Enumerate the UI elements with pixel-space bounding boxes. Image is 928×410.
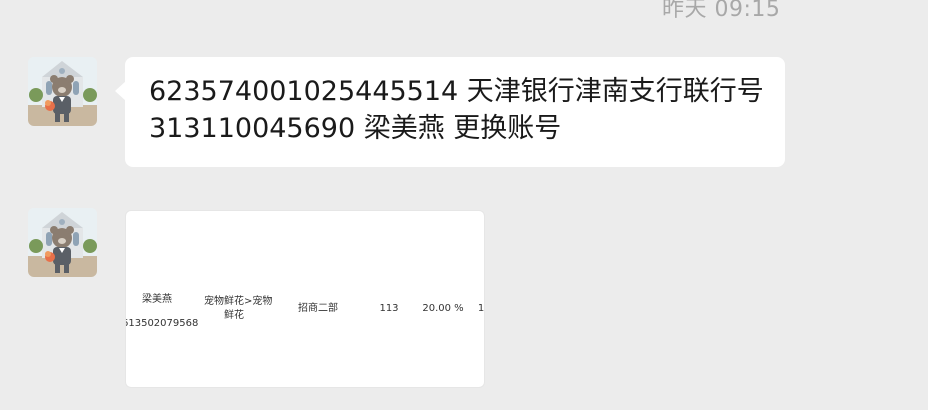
message-bubble[interactable]: 6235740010254455​14 天津银行津南支行联行号 31311004… xyxy=(115,57,785,167)
image-message[interactable]: 梁美燕 613502079568 宠物鲜花>宠物 鲜花 招商二部 113 20.… xyxy=(125,210,485,388)
sender-avatar[interactable] xyxy=(28,57,97,126)
table-cell-count: 113 xyxy=(379,303,399,314)
sender-avatar[interactable] xyxy=(28,208,97,277)
message-timestamp: 昨天 09:15 xyxy=(662,0,781,22)
table-cell-dept: 招商二部 xyxy=(298,303,338,314)
bubble-tail xyxy=(115,81,126,101)
teddy-bear-groom-icon xyxy=(28,208,97,277)
message-text-line-1: 6235740010254455​14 天津银行津南支行联行号 xyxy=(149,76,764,107)
table-cell-name: 梁美燕 613502079568 xyxy=(126,293,198,331)
table-screenshot: 梁美燕 613502079568 宠物鲜花>宠物 鲜花 招商二部 113 20.… xyxy=(126,293,485,333)
table-cell-percent: 20.00 % xyxy=(422,303,464,314)
table-cell-truncated: 1 xyxy=(477,303,485,314)
table-cell-id: 613502079568 xyxy=(125,318,199,329)
message-text-line-2: 313110045690 梁美燕 更换账号 xyxy=(149,113,562,144)
table-cell-category: 宠物鲜花>宠物 鲜花 xyxy=(204,296,273,321)
teddy-bear-groom-icon xyxy=(28,57,97,126)
